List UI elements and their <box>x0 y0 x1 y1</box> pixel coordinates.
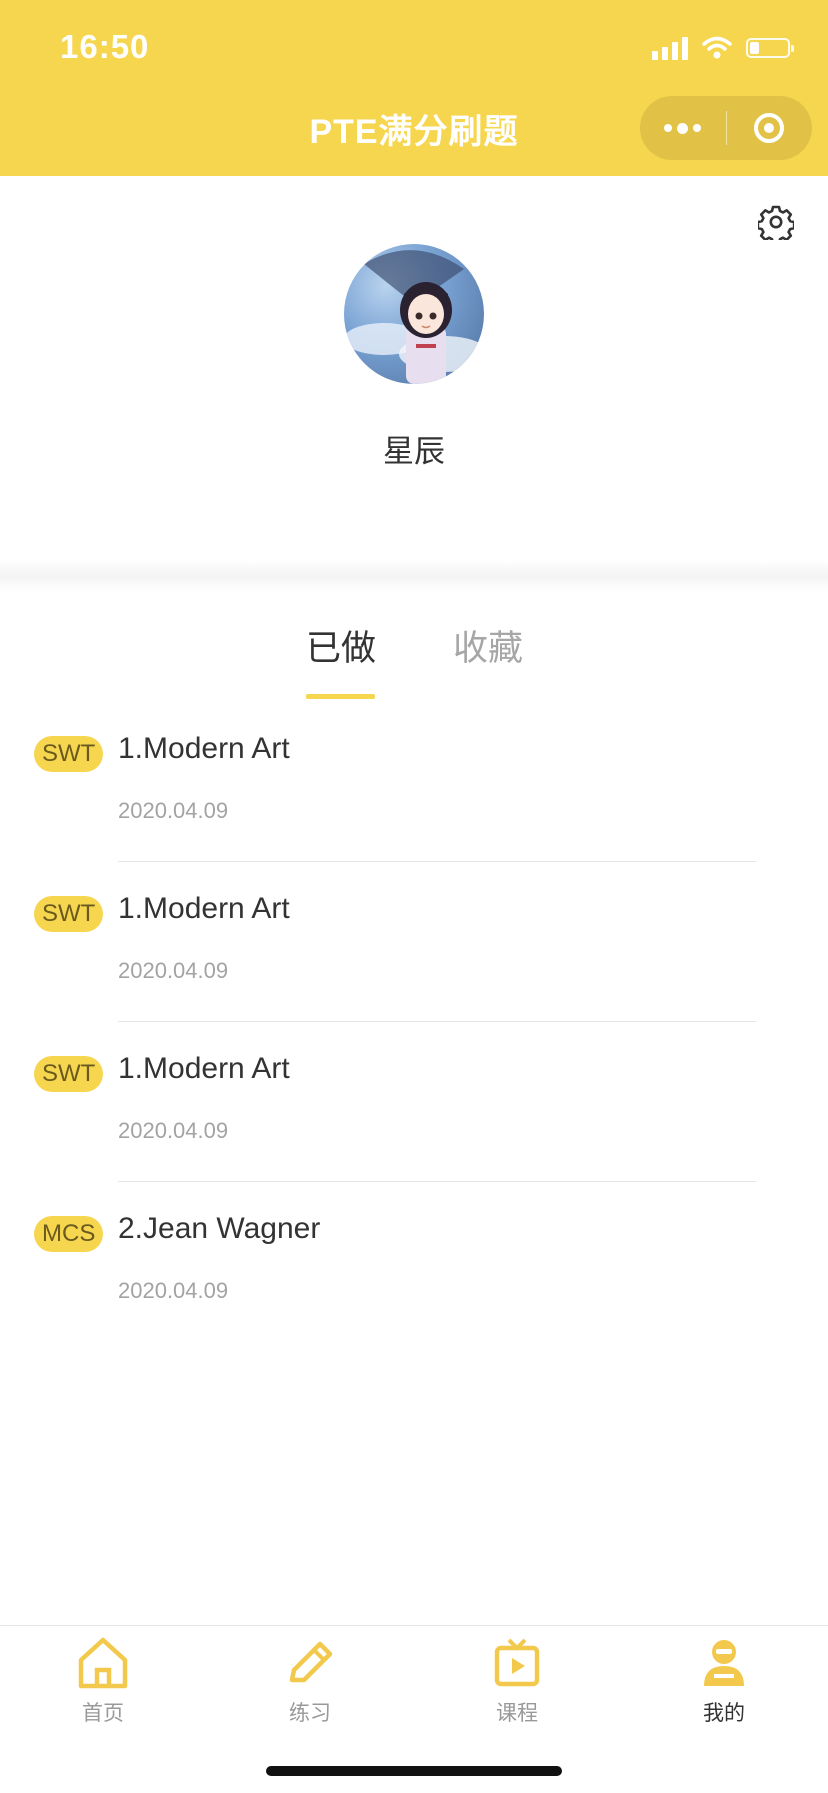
item-date: 2020.04.09 <box>118 1278 229 1303</box>
tabbar-label: 我的 <box>703 1702 745 1725</box>
tab-done[interactable]: 已做 <box>306 620 376 671</box>
signal-icon <box>652 36 688 60</box>
record-list: SWT 1.Modern Art 2020.04.09 SWT 1.Modern… <box>0 702 828 1342</box>
tabbar-item-mine[interactable]: 我的 <box>664 1634 784 1727</box>
tabbar-item-practice[interactable]: 练习 <box>250 1634 370 1727</box>
wifi-icon <box>702 36 732 59</box>
avatar-image <box>344 250 484 384</box>
pencil-icon <box>289 1641 333 1683</box>
avatar[interactable] <box>344 244 484 384</box>
question-type-badge: SWT <box>34 736 104 772</box>
question-type-badge: SWT <box>34 1056 104 1092</box>
tabbar-label: 首页 <box>82 1702 124 1725</box>
settings-gear-icon[interactable] <box>758 204 794 240</box>
section-divider <box>0 560 828 592</box>
item-date: 2020.04.09 <box>118 798 229 823</box>
more-button[interactable] <box>640 96 726 160</box>
list-item[interactable]: MCS 2.Jean Wagner 2020.04.09 <box>0 1182 828 1342</box>
battery-icon <box>746 38 794 58</box>
tab-favorites[interactable]: 收藏 <box>453 620 523 671</box>
tabbar-label: 练习 <box>289 1702 331 1725</box>
tabbar-label: 课程 <box>496 1702 538 1725</box>
tabbar-item-courses[interactable]: 课程 <box>457 1634 577 1727</box>
tv-play-icon <box>494 1638 540 1687</box>
list-item[interactable]: SWT 1.Modern Art 2020.04.09 <box>0 1022 828 1182</box>
question-type-badge: SWT <box>34 896 104 932</box>
tabbar-item-home[interactable]: 首页 <box>43 1634 163 1727</box>
status-time: 16:50 <box>60 28 150 65</box>
item-title: 1.Modern Art <box>118 732 290 765</box>
home-indicator <box>266 1766 562 1776</box>
question-type-badge: MCS <box>34 1216 104 1252</box>
username: 星辰 <box>383 434 445 469</box>
list-item[interactable]: SWT 1.Modern Art 2020.04.09 <box>0 862 828 1022</box>
miniprogram-capsule <box>640 96 812 160</box>
active-tab-indicator <box>306 694 375 699</box>
header: 16:50 PTE满分刷题 <box>0 0 828 176</box>
more-icon <box>664 122 702 134</box>
item-title: 1.Modern Art <box>118 892 290 925</box>
close-miniprogram-button[interactable] <box>727 96 813 160</box>
item-title: 2.Jean Wagner <box>118 1212 321 1245</box>
home-icon <box>78 1637 128 1689</box>
item-date: 2020.04.09 <box>118 1118 229 1143</box>
tab-bar-records: 已做 收藏 <box>0 620 828 700</box>
item-date: 2020.04.09 <box>118 958 229 983</box>
item-title: 1.Modern Art <box>118 1052 290 1085</box>
user-icon <box>704 1640 744 1686</box>
status-icons <box>652 36 794 60</box>
list-item[interactable]: SWT 1.Modern Art 2020.04.09 <box>0 702 828 862</box>
target-icon <box>754 113 785 143</box>
